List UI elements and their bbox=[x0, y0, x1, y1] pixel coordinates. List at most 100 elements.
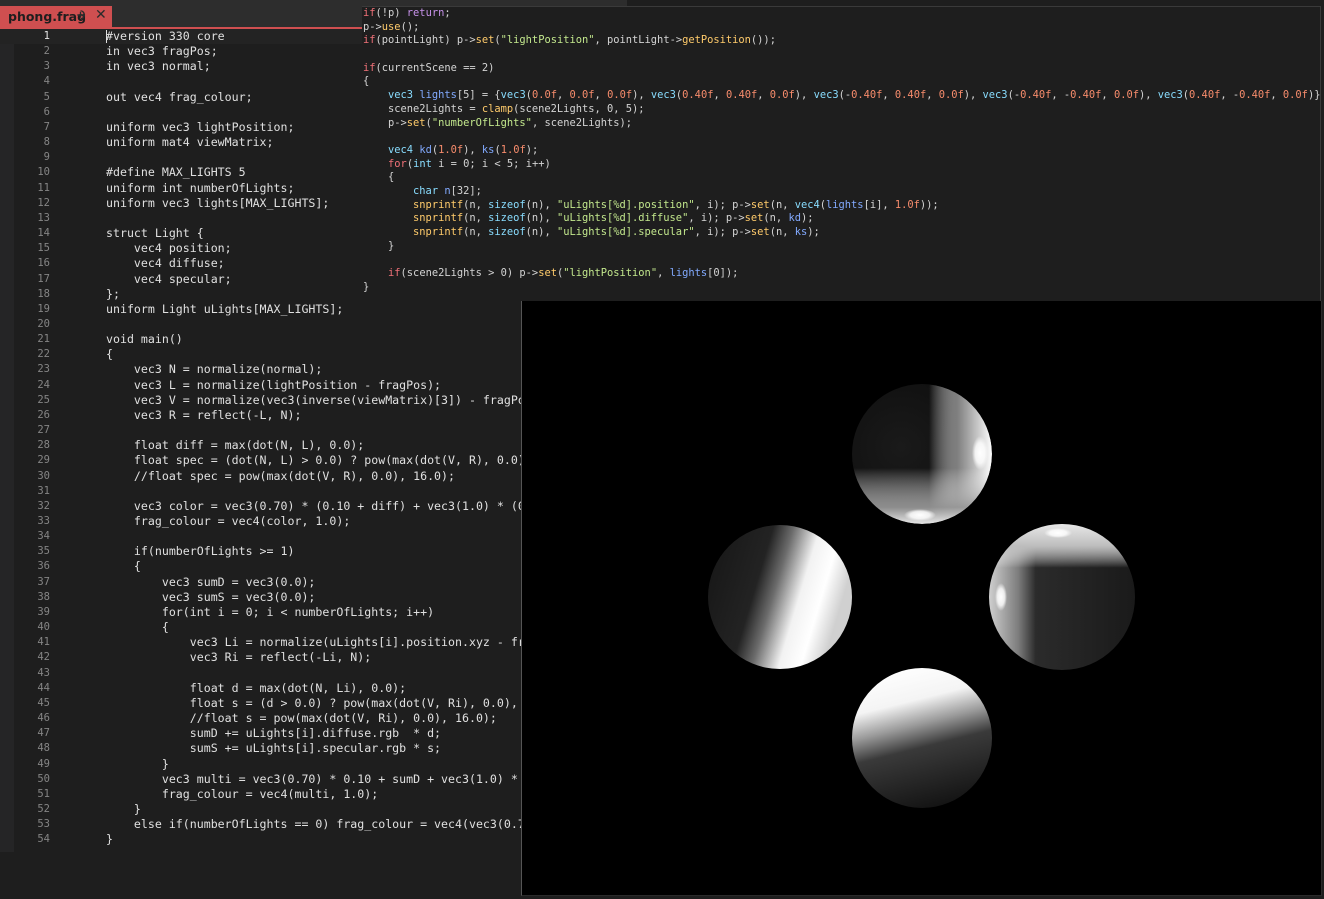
line-text[interactable]: vec4 diffuse; bbox=[106, 256, 225, 271]
snippet-line[interactable] bbox=[362, 130, 1320, 144]
line-text[interactable]: void main() bbox=[106, 332, 183, 347]
code-token: 0.0f bbox=[569, 89, 595, 102]
code-token: vec3 bbox=[982, 89, 1008, 102]
line-text[interactable]: } bbox=[106, 802, 141, 817]
line-text[interactable]: vec3 N = normalize(normal); bbox=[106, 362, 322, 377]
code-token: if bbox=[363, 61, 376, 74]
code-token: vec3 bbox=[813, 89, 839, 102]
line-text[interactable]: uniform mat4 viewMatrix; bbox=[106, 135, 274, 150]
line-text[interactable]: sumS += uLights[i].specular.rgb * s; bbox=[106, 741, 441, 756]
render-viewport[interactable] bbox=[521, 301, 1322, 896]
line-text[interactable]: float d = max(dot(N, Li), 0.0); bbox=[106, 681, 406, 696]
line-text[interactable]: } bbox=[106, 832, 113, 847]
tab-label: phong.frag bbox=[8, 9, 87, 24]
line-number: 41 bbox=[37, 636, 50, 649]
code-token: , pointLight-> bbox=[594, 34, 683, 47]
line-text[interactable]: { bbox=[106, 347, 113, 362]
line-text[interactable]: frag_colour = vec4(color, 1.0); bbox=[106, 514, 350, 529]
snippet-line[interactable]: p->use(); bbox=[362, 21, 1320, 35]
code-token: [5] = { bbox=[456, 89, 501, 102]
line-text[interactable]: vec4 specular; bbox=[106, 272, 232, 287]
tab-phong-frag[interactable]: phong.frag ⨮ ✕ bbox=[0, 6, 112, 28]
line-text[interactable]: #define MAX_LIGHTS 5 bbox=[106, 165, 246, 180]
snippet-line[interactable]: p->set("numberOfLights", scene2Lights); bbox=[362, 117, 1320, 131]
line-number: 38 bbox=[37, 590, 50, 603]
line-number: 27 bbox=[37, 424, 50, 437]
line-text[interactable]: in vec3 normal; bbox=[106, 59, 211, 74]
code-token: 0.40f bbox=[851, 89, 883, 102]
line-text[interactable]: { bbox=[106, 559, 141, 574]
line-text[interactable]: struct Light { bbox=[106, 226, 204, 241]
snippet-line[interactable] bbox=[362, 253, 1320, 267]
render-canvas bbox=[708, 384, 1135, 808]
snippet-line[interactable]: for(int i = 0; i < 5; i++) bbox=[362, 158, 1320, 172]
line-number: 1 bbox=[43, 30, 50, 42]
snippet-line[interactable]: if(currentScene == 2) bbox=[362, 62, 1320, 76]
code-token: (- bbox=[1007, 89, 1021, 102]
line-text[interactable]: if(numberOfLights >= 1) bbox=[106, 544, 295, 559]
line-text[interactable]: uniform vec3 lights[MAX_LIGHTS]; bbox=[106, 196, 329, 211]
line-text[interactable]: out vec4 frag_colour; bbox=[106, 90, 253, 105]
snippet-line[interactable]: char n[32]; bbox=[362, 185, 1320, 199]
line-text[interactable]: vec3 Ri = reflect(-Li, N); bbox=[106, 650, 372, 665]
code-token: [0]); bbox=[707, 267, 739, 280]
line-text[interactable]: }; bbox=[106, 287, 120, 302]
snippet-line[interactable]: { bbox=[362, 171, 1320, 185]
snippet-line[interactable]: snprintf(n, sizeof(n), "uLights[%d].posi… bbox=[362, 199, 1320, 213]
line-text[interactable]: sumD += uLights[i].diffuse.rgb * d; bbox=[106, 726, 441, 741]
code-token: 0.40f bbox=[1070, 89, 1102, 102]
snippet-line[interactable] bbox=[362, 48, 1320, 62]
line-text[interactable]: //float s = pow(max(dot(V, Ri), 0.0), 16… bbox=[106, 711, 497, 726]
line-text[interactable]: vec3 L = normalize(lightPosition - fragP… bbox=[106, 378, 441, 393]
line-text[interactable]: in vec3 fragPos; bbox=[106, 44, 218, 59]
snippet-line[interactable]: if(scene2Lights > 0) p->set("lightPositi… bbox=[362, 267, 1320, 281]
code-token: p-> bbox=[363, 20, 382, 33]
line-text[interactable]: vec3 R = reflect(-L, N); bbox=[106, 408, 302, 423]
pin-icon[interactable]: ⨮ bbox=[77, 8, 85, 23]
code-token: 0.0f bbox=[1282, 89, 1308, 102]
snippet-line[interactable]: vec4 kd(1.0f), ks(1.0f); bbox=[362, 144, 1320, 158]
line-text[interactable]: uniform vec3 lightPosition; bbox=[106, 120, 294, 135]
line-text[interactable]: vec3 V = normalize(vec3(inverse(viewMatr… bbox=[106, 393, 546, 408]
code-token: [i], bbox=[863, 198, 895, 211]
snippet-line[interactable]: if(pointLight) p->set("lightPosition", p… bbox=[362, 34, 1320, 48]
line-text[interactable]: vec3 Li = normalize(uLights[i].position.… bbox=[106, 635, 574, 650]
line-number: 50 bbox=[37, 772, 50, 785]
line-text[interactable]: vec4 position; bbox=[106, 241, 232, 256]
code-token: } bbox=[363, 280, 370, 293]
snippet-line[interactable]: snprintf(n, sizeof(n), "uLights[%d].diff… bbox=[362, 212, 1320, 226]
code-token: clamp bbox=[481, 102, 514, 115]
code-token: snprintf bbox=[413, 226, 464, 238]
snippet-line[interactable]: vec3 lights[5] = {vec3(0.0f, 0.0f, 0.0f)… bbox=[362, 89, 1320, 103]
snippet-line[interactable]: scene2Lights = clamp(scene2Lights, 0, 5)… bbox=[362, 103, 1320, 117]
line-text[interactable]: vec3 sumD = vec3(0.0); bbox=[106, 575, 316, 590]
snippet-line[interactable]: } bbox=[362, 240, 1320, 254]
snippet-line[interactable]: { bbox=[362, 75, 1320, 89]
line-text[interactable]: } bbox=[106, 757, 169, 772]
snippet-line[interactable]: if(!p) return; bbox=[362, 7, 1320, 21]
line-text[interactable]: frag_colour = vec4(multi, 1.0); bbox=[106, 787, 378, 802]
close-icon[interactable]: ✕ bbox=[95, 7, 107, 23]
line-text[interactable]: float diff = max(dot(N, L), 0.0); bbox=[106, 438, 364, 453]
code-token: 0.40f bbox=[682, 89, 714, 102]
code-token: (- bbox=[838, 89, 852, 102]
code-token: 0.0f bbox=[938, 89, 964, 102]
line-text[interactable]: for(int i = 0; i < numberOfLights; i++) bbox=[106, 605, 434, 620]
line-text[interactable]: uniform Light uLights[MAX_LIGHTS]; bbox=[106, 302, 343, 317]
sphere-right bbox=[989, 524, 1135, 670]
line-text[interactable]: vec3 sumS = vec3(0.0); bbox=[106, 590, 316, 605]
code-token: , i); p-> bbox=[688, 212, 745, 225]
line-text[interactable]: //float spec = pow(max(dot(V, R), 0.0), … bbox=[106, 469, 455, 484]
cpp-code-snippet[interactable]: if(!p) return; p->use(); if(pointLight) p-… bbox=[362, 6, 1321, 302]
snippet-line[interactable]: } bbox=[362, 281, 1320, 295]
snippet-line[interactable]: snprintf(n, sizeof(n), "uLights[%d].spec… bbox=[362, 226, 1320, 240]
code-token: return bbox=[406, 7, 445, 19]
code-token: , bbox=[557, 89, 570, 102]
line-text[interactable]: uniform int numberOfLights; bbox=[106, 181, 294, 196]
line-number: 36 bbox=[37, 560, 50, 573]
line-text[interactable]: #version 330 core bbox=[106, 29, 225, 44]
code-token: set bbox=[750, 226, 770, 238]
code-token: vec3 bbox=[1157, 89, 1183, 102]
line-text[interactable]: { bbox=[106, 620, 169, 635]
